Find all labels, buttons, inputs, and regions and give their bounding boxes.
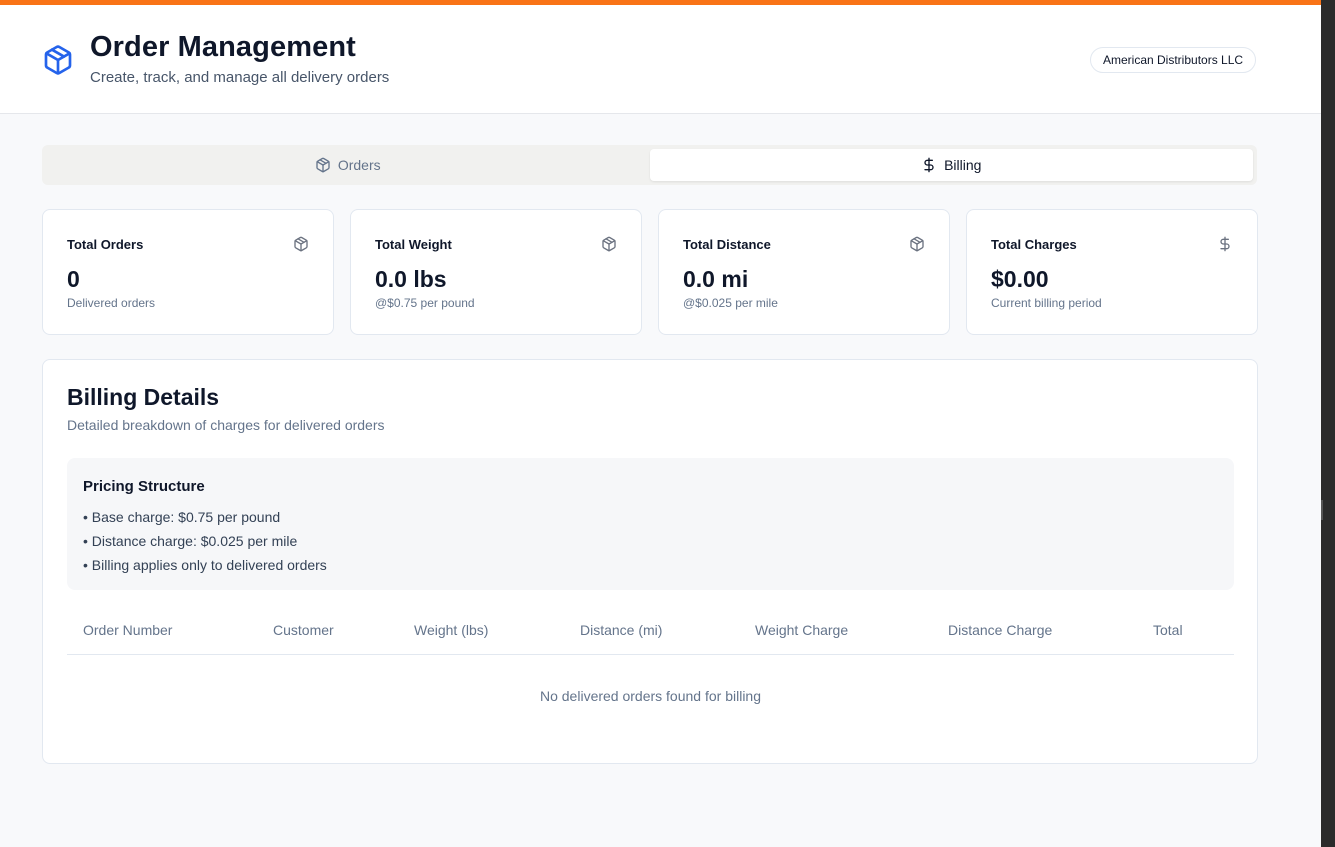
app-header: Order Management Create, track, and mana… <box>0 5 1321 114</box>
column-header-weight[interactable]: Weight (lbs) <box>414 622 488 638</box>
package-icon <box>316 157 330 173</box>
stat-card-total-distance: Total Distance 0.0 mi @$0.025 per mile <box>658 209 950 335</box>
billing-table-header: Order Number Customer Weight (lbs) Dista… <box>67 612 1234 655</box>
column-header-distance[interactable]: Distance (mi) <box>580 622 662 638</box>
empty-table-message: No delivered orders found for billing <box>539 688 761 704</box>
window-edge <box>1321 0 1335 847</box>
stat-subtext: Current billing period <box>991 296 1102 310</box>
tab-label: Orders <box>337 157 381 173</box>
package-icon <box>602 236 616 252</box>
package-icon <box>910 236 924 252</box>
stat-value: 0 <box>67 266 80 292</box>
pricing-structure-box: Pricing Structure • Base charge: $0.75 p… <box>67 458 1234 590</box>
stat-card-total-weight: Total Weight 0.0 lbs @$0.75 per pound <box>350 209 642 335</box>
stat-title: Total Charges <box>991 237 1077 252</box>
page-subtitle: Create, track, and manage all delivery o… <box>90 69 390 86</box>
view-tabs: Orders Billing <box>42 145 1257 185</box>
billing-details-card: Billing Details Detailed breakdown of ch… <box>42 359 1258 764</box>
stat-subtext: @$0.025 per mile <box>683 296 778 310</box>
column-header-order-number[interactable]: Order Number <box>83 622 172 638</box>
stat-value: 0.0 lbs <box>375 266 447 292</box>
stat-subtext: @$0.75 per pound <box>375 296 475 310</box>
pricing-item: • Billing applies only to delivered orde… <box>83 557 327 573</box>
stat-title: Total Distance <box>683 237 771 252</box>
section-title: Billing Details <box>67 384 220 410</box>
pricing-list: • Base charge: $0.75 per pound • Distanc… <box>83 508 327 580</box>
stat-subtext: Delivered orders <box>67 296 156 310</box>
column-header-customer[interactable]: Customer <box>273 622 334 638</box>
organization-badge[interactable]: American Distributors LLC <box>1090 47 1257 73</box>
tab-billing[interactable]: Billing <box>649 149 1253 181</box>
pricing-title: Pricing Structure <box>83 478 205 495</box>
page: Order Management Create, track, and mana… <box>0 0 1321 847</box>
dollar-icon <box>924 157 934 173</box>
stat-title: Total Orders <box>67 237 144 252</box>
column-header-total[interactable]: Total <box>1153 622 1183 638</box>
column-header-weight-charge[interactable]: Weight Charge <box>755 622 848 638</box>
column-header-distance-charge[interactable]: Distance Charge <box>948 622 1052 638</box>
tab-label: Billing <box>944 157 982 173</box>
package-icon <box>294 236 308 252</box>
pricing-item: • Distance charge: $0.025 per mile <box>83 533 298 549</box>
pricing-item: • Base charge: $0.75 per pound <box>83 509 281 525</box>
stat-value: 0.0 mi <box>683 266 749 292</box>
section-subtitle: Detailed breakdown of charges for delive… <box>67 417 385 433</box>
tab-orders[interactable]: Orders <box>46 149 650 181</box>
stat-value: $0.00 <box>991 266 1049 292</box>
stat-card-total-orders: Total Orders 0 Delivered orders <box>42 209 334 335</box>
dollar-icon <box>1220 236 1230 252</box>
stat-title: Total Weight <box>375 237 452 252</box>
page-title: Order Management <box>90 31 356 63</box>
stat-card-total-charges: Total Charges $0.00 Current billing peri… <box>966 209 1258 335</box>
scrollbar-thumb[interactable] <box>1321 500 1323 520</box>
package-icon <box>44 45 72 75</box>
